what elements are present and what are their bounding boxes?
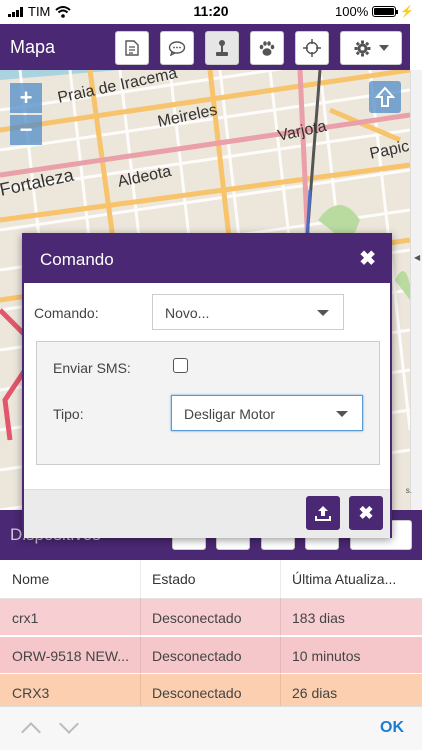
- status-bar: TIM 11:20 100% ⚡: [0, 0, 422, 24]
- gear-icon: [354, 40, 370, 56]
- messages-button[interactable]: [160, 31, 194, 65]
- device-status: Desconectado: [152, 685, 242, 701]
- crosshair-icon: [303, 39, 321, 57]
- chat-icon: [168, 40, 186, 56]
- column-header-status[interactable]: Estado: [152, 571, 278, 587]
- column-header-last-update[interactable]: Última Atualiza...: [292, 571, 416, 587]
- battery-icon: [372, 6, 399, 17]
- command-label: Comando:: [34, 305, 99, 321]
- column-divider: [140, 560, 141, 710]
- type-select[interactable]: Desligar Motor: [171, 395, 363, 431]
- column-header-name[interactable]: Nome: [12, 571, 136, 587]
- command-dialog: Comando ✖ Comando: Novo... Enviar SMS: T…: [22, 233, 392, 538]
- command-select[interactable]: Novo...: [152, 294, 344, 330]
- sms-label: Enviar SMS:: [53, 360, 131, 376]
- device-name: CRX3: [12, 685, 50, 701]
- map-title: Mapa: [10, 37, 56, 57]
- column-divider: [280, 560, 281, 710]
- chevron-down-icon: [378, 45, 389, 51]
- device-last-update: 10 minutos: [292, 648, 361, 664]
- chevron-down-icon: [336, 411, 348, 417]
- command-fields: Enviar SMS: Tipo: Desligar Motor: [36, 341, 380, 465]
- map-attribution: s.: [405, 486, 412, 495]
- table-row[interactable]: crx1 Desconectado 183 dias: [0, 599, 422, 636]
- geofence-button[interactable]: [250, 31, 284, 65]
- locate-button[interactable]: [295, 31, 329, 65]
- charging-icon: ⚡: [400, 6, 414, 18]
- sms-checkbox[interactable]: [173, 358, 188, 373]
- device-name: ORW-9518 NEW...: [12, 648, 129, 664]
- reports-button[interactable]: [115, 31, 149, 65]
- done-button[interactable]: OK: [380, 719, 404, 737]
- device-name: crx1: [12, 610, 39, 626]
- command-button[interactable]: [205, 31, 239, 65]
- next-field-icon[interactable]: [59, 714, 79, 734]
- fullscreen-button[interactable]: [369, 81, 401, 113]
- previous-field-icon[interactable]: [21, 722, 41, 742]
- dialog-footer: ✖: [24, 489, 390, 538]
- chevron-left-icon: ◀: [414, 253, 421, 262]
- paw-icon: [259, 40, 275, 56]
- arrow-up-icon: [375, 86, 395, 107]
- device-last-update: 183 dias: [292, 610, 345, 626]
- chevron-down-icon: [317, 310, 329, 316]
- keyboard-accessory-bar: OK: [0, 706, 422, 750]
- battery-info: 100% ⚡: [335, 4, 414, 19]
- device-status: Desconectado: [152, 648, 242, 664]
- send-command-button[interactable]: [306, 496, 340, 530]
- dialog-header: Comando ✖: [24, 235, 390, 283]
- side-panel-handle[interactable]: ◀: [410, 70, 422, 510]
- joystick-icon: [216, 40, 228, 56]
- zoom-out-button[interactable]: −: [10, 115, 42, 145]
- command-select-value: Novo...: [165, 305, 210, 321]
- device-last-update: 26 dias: [292, 685, 338, 701]
- dialog-close-icon[interactable]: ✖: [359, 246, 376, 271]
- cancel-button[interactable]: ✖: [349, 496, 383, 530]
- map-toolbar: Mapa: [0, 24, 410, 70]
- type-select-value: Desligar Motor: [184, 406, 276, 422]
- settings-menu-button[interactable]: [340, 31, 402, 65]
- battery-percent: 100%: [335, 4, 369, 19]
- type-label: Tipo:: [53, 406, 84, 422]
- table-row[interactable]: ORW-9518 NEW... Desconectado 10 minutos: [0, 637, 422, 674]
- zoom-in-button[interactable]: +: [10, 83, 42, 113]
- table-header: Nome Estado Última Atualiza...: [0, 560, 422, 599]
- dialog-title: Comando: [40, 250, 114, 269]
- device-status: Desconectado: [152, 610, 242, 626]
- document-icon: [125, 40, 139, 56]
- upload-icon: [315, 506, 331, 521]
